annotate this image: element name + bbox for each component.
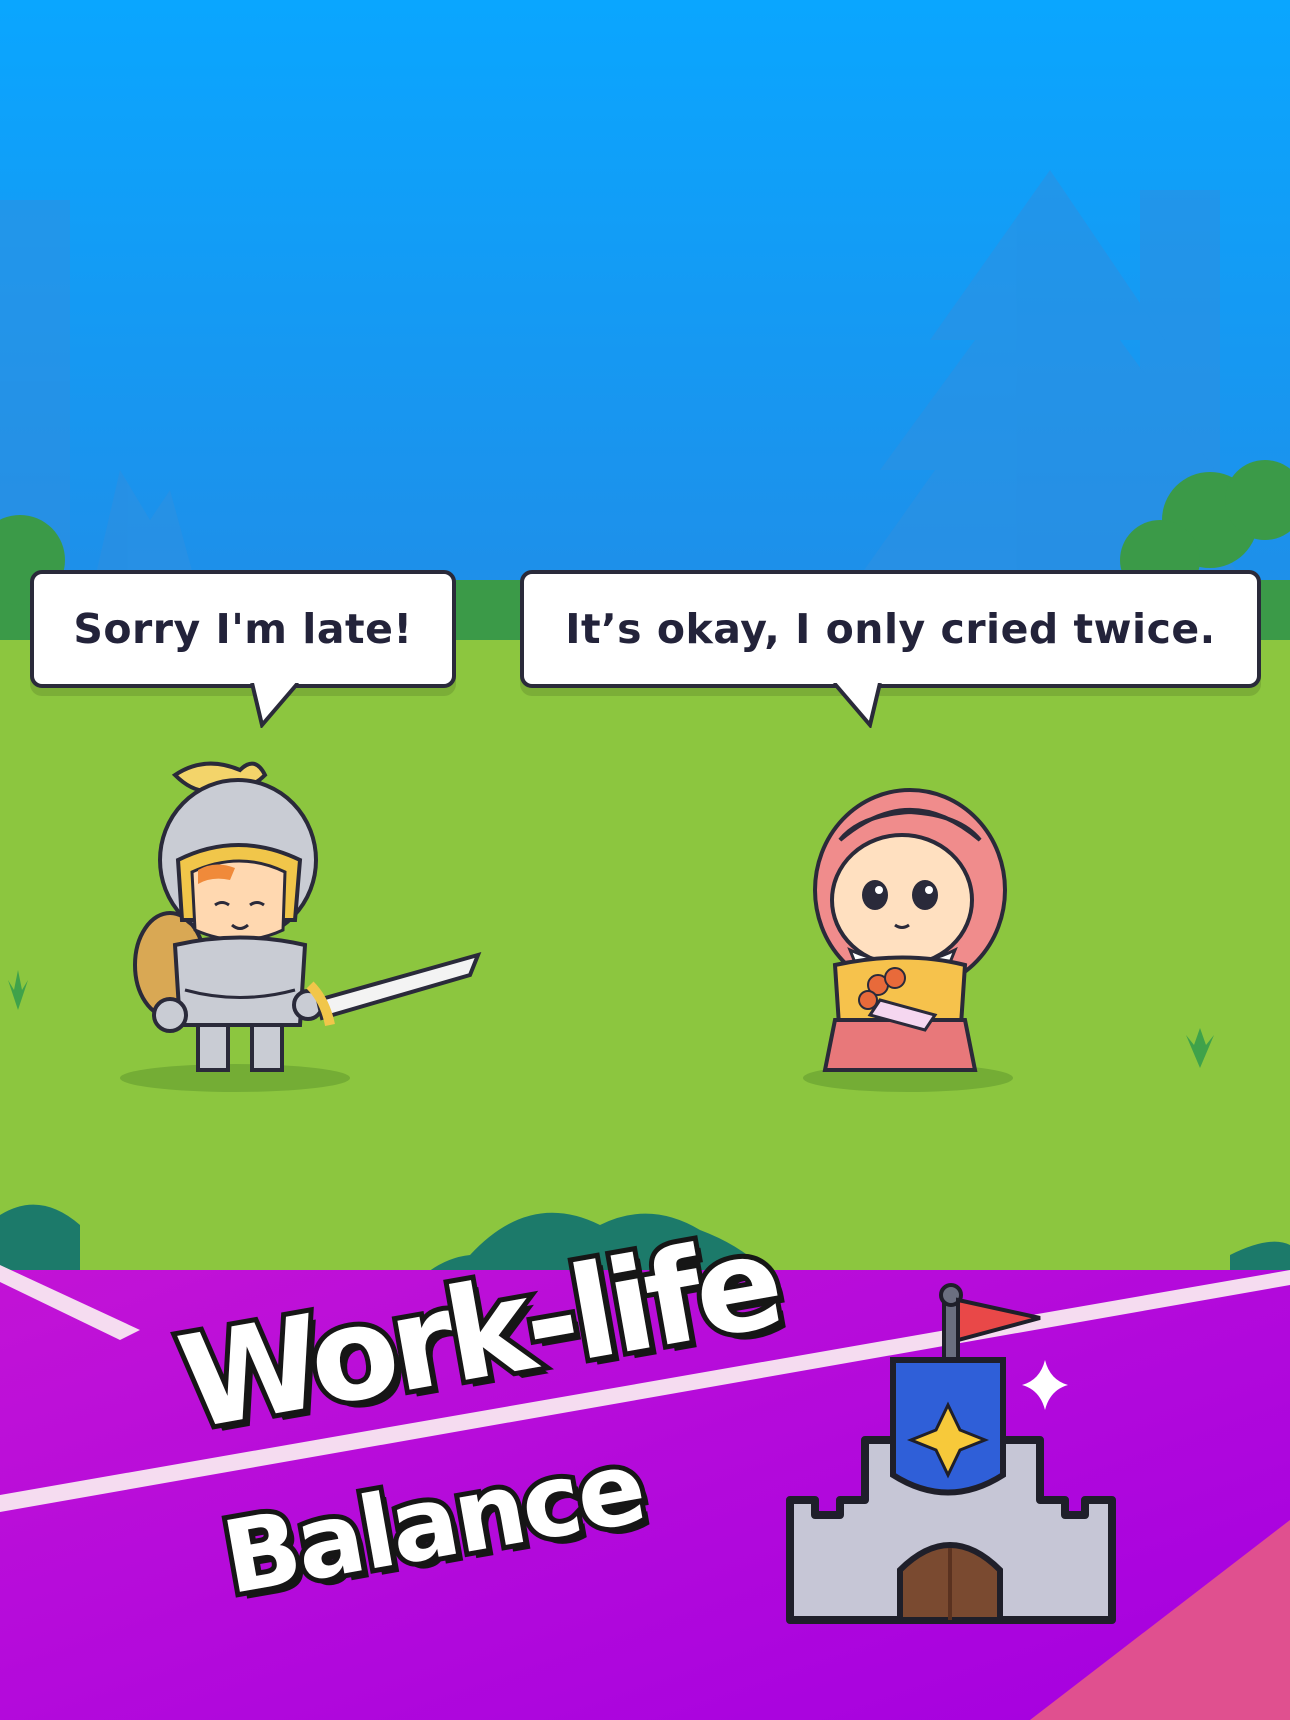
knight-bubble-tail: [250, 683, 300, 728]
lady-dialogue-text: It’s okay, I only cried twice.: [565, 605, 1216, 653]
lady-bubble-tail: [832, 683, 882, 728]
knight-shadow: [120, 1064, 350, 1092]
knight-dialogue-text: Sorry I'm late!: [73, 605, 413, 653]
game-scene: [0, 0, 1290, 1720]
lady-speech-bubble: It’s okay, I only cried twice.: [520, 570, 1261, 688]
foreground-banner: [0, 1270, 1290, 1720]
knight-speech-bubble: Sorry I'm late!: [30, 570, 456, 688]
